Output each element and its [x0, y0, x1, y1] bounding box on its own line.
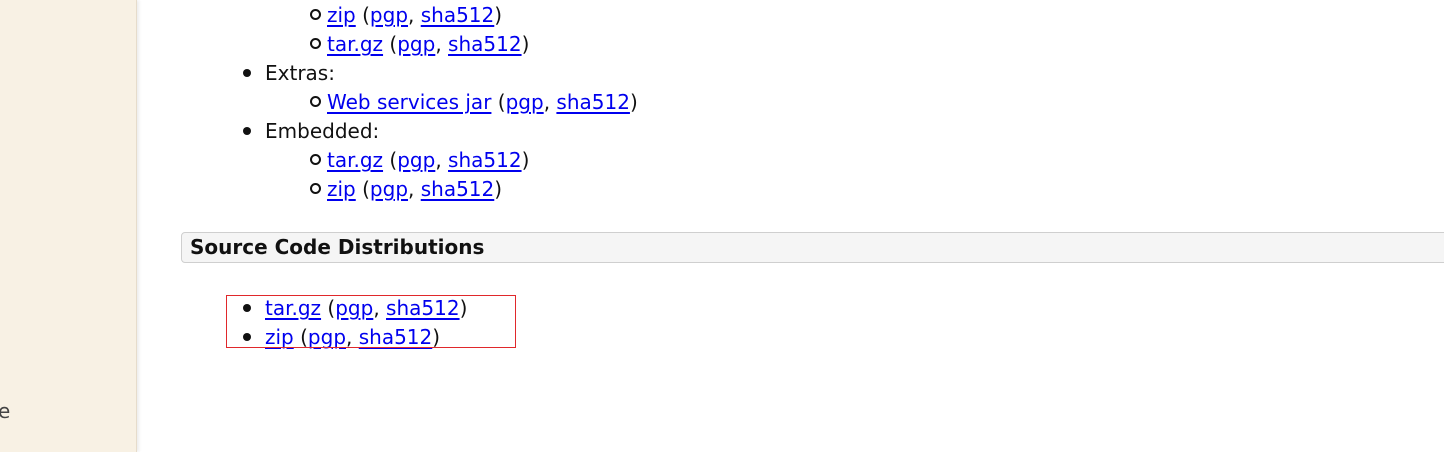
sidebar-text-fragment: e [0, 399, 11, 423]
embedded-label: Embedded: [265, 119, 380, 143]
sidebar: e [0, 0, 137, 452]
extras-label: Extras: [265, 61, 335, 85]
download-link-zip[interactable]: zip [327, 3, 356, 27]
list-item-embedded: Embedded: [265, 117, 379, 146]
main-content: zip (pgp, sha512) tar.gz (pgp, sha512) E… [138, 0, 1444, 452]
download-link-tar-gz[interactable]: tar.gz [327, 148, 383, 172]
list-item-extras: Extras: [265, 59, 335, 88]
download-link-web-services-jar[interactable]: Web services jar [327, 90, 491, 114]
download-link-zip[interactable]: zip [327, 177, 356, 201]
disc-bullet [243, 127, 251, 135]
circle-bullet [310, 9, 321, 20]
pgp-link[interactable]: pgp [370, 177, 408, 201]
pgp-link[interactable]: pgp [397, 32, 435, 56]
circle-bullet [310, 96, 321, 107]
pgp-link[interactable]: pgp [370, 3, 408, 27]
sha512-link[interactable]: sha512 [421, 177, 495, 201]
sha512-link[interactable]: sha512 [556, 90, 630, 114]
list-item: tar.gz (pgp, sha512) [327, 32, 530, 56]
list-item: zip (pgp, sha512) [327, 3, 503, 27]
sha512-link[interactable]: sha512 [448, 32, 522, 56]
circle-bullet [310, 38, 321, 49]
list-item: Web services jar (pgp, sha512) [327, 90, 638, 114]
download-link-tar-gz[interactable]: tar.gz [327, 32, 383, 56]
circle-bullet [310, 154, 321, 165]
sha512-link[interactable]: sha512 [421, 3, 495, 27]
sha512-link[interactable]: sha512 [448, 148, 522, 172]
list-item: tar.gz (pgp, sha512) [327, 148, 530, 172]
circle-bullet [310, 183, 321, 194]
highlight-box [226, 295, 516, 348]
list-item: zip (pgp, sha512) [327, 177, 503, 201]
disc-bullet [243, 69, 251, 77]
pgp-link[interactable]: pgp [506, 90, 544, 114]
section-header-source-code: Source Code Distributions [181, 232, 1444, 263]
pgp-link[interactable]: pgp [397, 148, 435, 172]
